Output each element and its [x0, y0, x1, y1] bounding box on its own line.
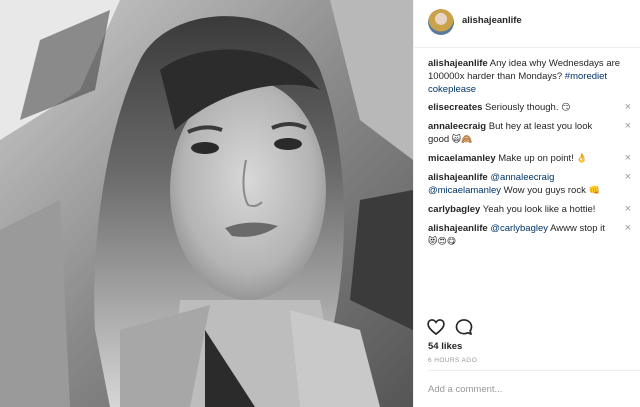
- remove-comment-icon[interactable]: ×: [625, 101, 631, 113]
- comment-username[interactable]: carlybagley: [428, 204, 480, 215]
- comment-bubble-icon[interactable]: [454, 317, 474, 337]
- header-username[interactable]: alishajeanlife: [462, 15, 522, 26]
- cat-monkey-emoji-icon: 🙀🙈: [451, 135, 473, 145]
- post-header: alishajeanlife: [414, 0, 640, 48]
- comment-item: micaelamanley Make up on point! 👌 ×: [428, 152, 631, 165]
- comment-divider: [428, 370, 640, 371]
- caption-username[interactable]: alishajeanlife: [428, 58, 488, 69]
- fist-bump-emoji-icon: 👊: [588, 186, 600, 196]
- comment-username[interactable]: alishajeanlife: [428, 172, 488, 183]
- comment-mention[interactable]: @carlybagley: [490, 223, 548, 234]
- likes-count[interactable]: 54 likes: [428, 341, 462, 352]
- post-caption: alishajeanlife Any idea why Wednesdays a…: [428, 57, 624, 96]
- avatar[interactable]: [428, 9, 454, 35]
- comment-item: annaleecraig But hey at least you look g…: [428, 120, 631, 146]
- comment-text: Awww stop it: [548, 223, 605, 234]
- comment-text: Yeah you look like a hottie!: [480, 204, 596, 215]
- comment-text: Make up on point!: [495, 153, 577, 164]
- remove-comment-icon[interactable]: ×: [625, 152, 631, 164]
- comment-list: alishajeanlife Any idea why Wednesdays a…: [428, 57, 634, 254]
- comment-item: elisecreates Seriously though. 😏 ×: [428, 101, 631, 114]
- comment-mention[interactable]: @annaleecraig: [490, 172, 554, 183]
- remove-comment-icon[interactable]: ×: [625, 171, 631, 183]
- comment-username[interactable]: elisecreates: [428, 102, 482, 113]
- post-photo[interactable]: [0, 0, 413, 407]
- remove-comment-icon[interactable]: ×: [625, 203, 631, 215]
- selfie-photo: [0, 0, 413, 407]
- remove-comment-icon[interactable]: ×: [625, 120, 631, 132]
- comment-username[interactable]: annaleecraig: [428, 121, 486, 132]
- smirk-emoji-icon: 😏: [561, 103, 571, 113]
- comment-item: carlybagley Yeah you look like a hottie!…: [428, 203, 631, 216]
- ok-hand-emoji-icon: 👌: [576, 154, 588, 164]
- post-actions: [426, 317, 486, 337]
- comment-mention[interactable]: @micaelamanley: [428, 185, 501, 196]
- comment-username[interactable]: micaelamanley: [428, 153, 496, 164]
- remove-comment-icon[interactable]: ×: [625, 222, 631, 234]
- comment-item: alishajeanlife @carlybagley Awww stop it…: [428, 222, 631, 248]
- comment-text: Seriously though.: [482, 102, 562, 113]
- heart-eyes-emoji-icon: 😻😍😋: [428, 237, 457, 247]
- add-comment-input[interactable]: [428, 384, 618, 395]
- comment-username[interactable]: alishajeanlife: [428, 223, 488, 234]
- post-timestamp: 6 HOURS AGO: [428, 357, 478, 364]
- post-side-panel: alishajeanlife alishajeanlife Any idea w…: [414, 0, 640, 407]
- comment-text: Wow you guys rock: [501, 185, 589, 196]
- heart-icon[interactable]: [426, 317, 446, 337]
- comment-item: alishajeanlife @annaleecraig @micaelaman…: [428, 171, 631, 197]
